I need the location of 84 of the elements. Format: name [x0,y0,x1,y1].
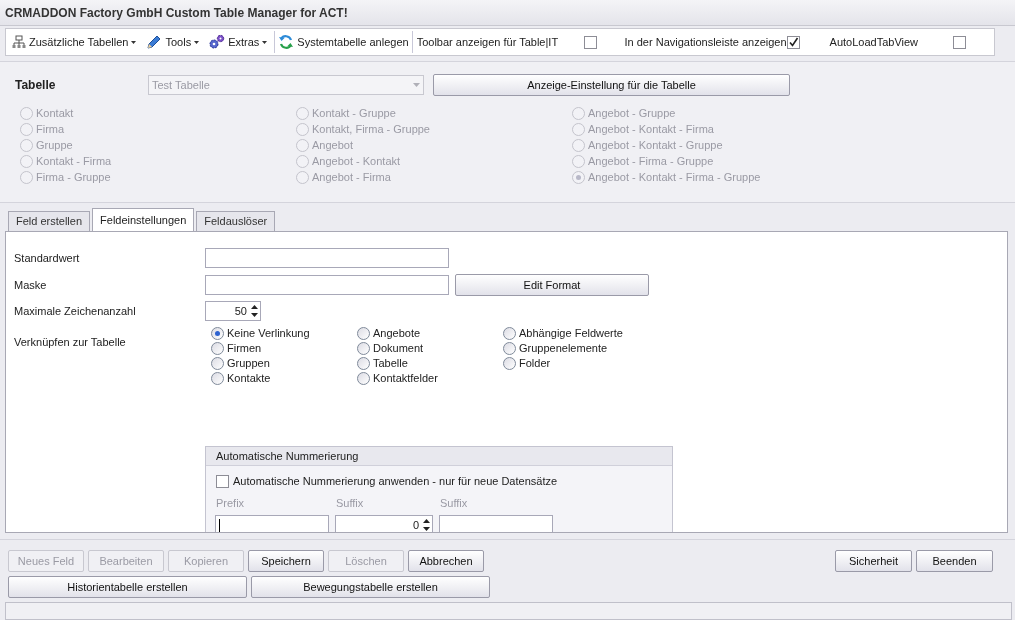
option-label: Firma - Gruppe [36,169,111,185]
option-label: Angebot - Kontakt - Firma [588,121,714,137]
button[interactable]: Bewegungstabelle erstellen [251,576,490,598]
checkbox[interactable] [216,474,229,488]
checkbox[interactable] [583,35,597,49]
option-label: Kontakt, Firma - Gruppe [312,121,430,137]
menu-button[interactable]: Extras [206,31,271,53]
option-label: Tabelle [373,356,408,372]
radio-button[interactable] [211,372,224,385]
input-field[interactable] [439,515,553,532]
field-label: Verknüpfen zur Tabelle [14,335,127,350]
tab[interactable]: Feld erstellen [8,211,91,231]
checkbox[interactable] [953,35,966,49]
tab[interactable]: Feldauslöser [196,211,276,231]
table-icon [12,35,26,49]
button[interactable]: Abbrechen [408,550,484,572]
checkbox-label: Toolbar anzeigen für Table|IT [416,34,559,50]
radio-button[interactable] [357,327,370,340]
caret-icon [194,40,200,44]
radio-button[interactable] [211,342,224,355]
radio-button[interactable] [503,342,516,355]
menu-button[interactable]: Tools [143,31,203,53]
radio-button[interactable] [503,357,516,370]
radio-button[interactable] [357,357,370,370]
button[interactable]: Historientabelle erstellen [8,576,247,598]
option-label: Firma [36,121,65,137]
option-label: Angebot - Kontakt - Firma - Gruppe [588,169,761,185]
button[interactable]: Sicherheit [835,550,912,572]
option-label: Angebot - Kontakt [312,153,401,169]
option-label: Gruppen [227,356,270,372]
option-label: Keine Verlinkung [227,326,310,342]
field-label: Maske [14,277,48,293]
number-spinner[interactable]: 0 [335,515,433,532]
option-label: Folder [519,356,551,372]
option-label: Kontakte [227,371,271,387]
option-label: Angebot - Firma [312,169,391,185]
field-label: Tabelle [15,77,57,94]
option-label: Angebot [312,137,353,153]
radio-button[interactable] [357,342,370,355]
option-label: Firmen [227,341,262,357]
checkbox[interactable] [786,35,800,49]
button[interactable]: Beenden [916,550,993,572]
radio-button[interactable] [503,327,516,340]
option-label: Gruppe [36,137,73,153]
caret-icon [131,40,137,44]
option-label: Kontakt [36,105,74,121]
checkbox-label: Automatische Nummerierung anwenden - nur für neue Datensätze [233,474,558,489]
field-label: Suffix [336,496,364,509]
radio-button[interactable] [211,357,224,370]
option-label: Kontakt - Gruppe [312,105,396,121]
menu-button[interactable]: Zusätzliche Tabellen [9,31,140,53]
option-label: Gruppenelemente [519,341,608,357]
checkbox-label: AutoLoadTabView [829,34,919,50]
field-label: Prefix [216,496,245,509]
number-spinner[interactable]: 50 [205,301,261,321]
option-label: Angebot - Gruppe [588,105,676,121]
input-field[interactable] [215,515,329,532]
spinner-arrows-icon[interactable] [251,304,258,318]
window-title: CRMADDON Factory GmbH Custom Table Manager for ACT! [5,4,348,22]
field-label: Maximale Zeichenanzahl [14,303,137,319]
radio-button[interactable] [357,372,370,385]
option-label: Angebot - Kontakt - Gruppe [588,137,723,153]
option-label: Kontakt - Firma [36,153,112,169]
refresh-icon [278,34,295,50]
input-field[interactable] [205,275,449,295]
spinner-arrows-icon[interactable] [423,518,430,532]
field-label: Suffix [440,496,468,509]
option-label: Dokument [373,341,424,357]
input-field[interactable] [205,248,449,268]
gears-icon [209,34,226,50]
pencil-icon [146,34,163,50]
group-title: Automatische Nummerierung [216,448,359,464]
toolbar-button[interactable]: Systemtabelle anlegen [274,31,413,53]
caret-icon [262,40,268,44]
option-label: Angebot - Firma - Gruppe [588,153,714,169]
radio-button[interactable] [211,327,224,340]
checkbox-label: In der Navigationsleiste anzeigen [624,34,787,50]
tab[interactable]: Feldeinstellungen [92,208,195,232]
option-label: Abhängige Feldwerte [519,326,623,342]
button[interactable]: Speichern [248,550,324,572]
option-label: Kontaktfelder [373,371,438,387]
option-label: Angebote [373,326,421,342]
button[interactable]: Edit Format [455,274,649,296]
field-label: Standardwert [14,250,81,266]
